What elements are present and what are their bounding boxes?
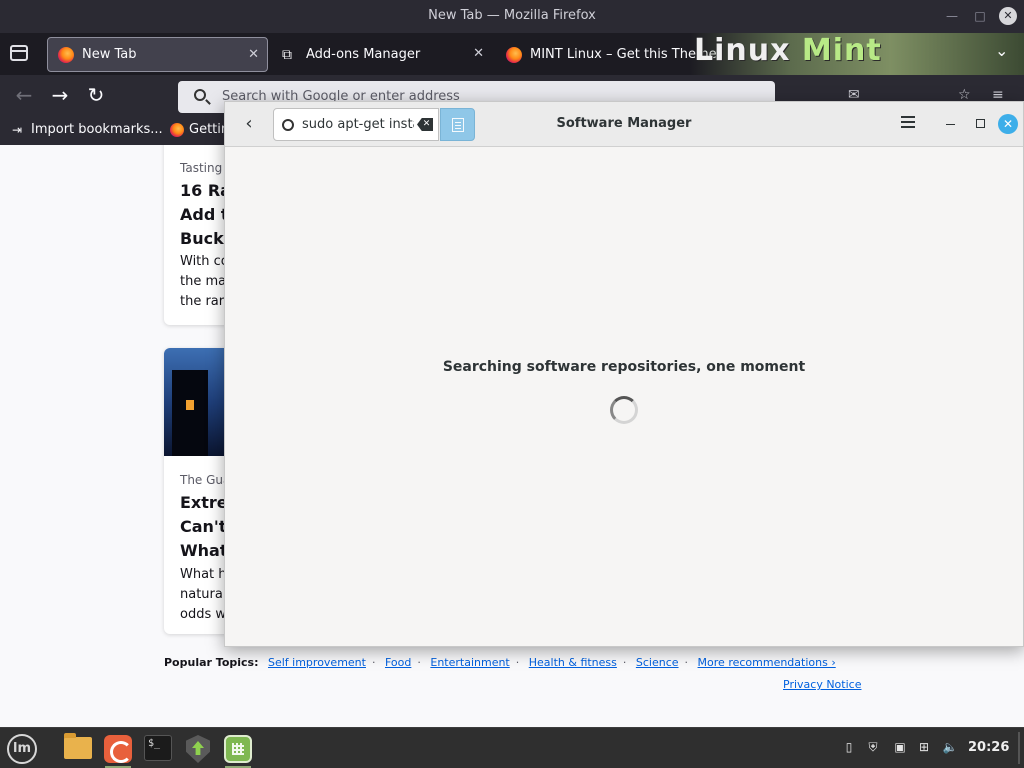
close-tab-icon[interactable]: ✕ bbox=[248, 47, 259, 62]
firefox-icon bbox=[58, 46, 74, 63]
linux-mint-logo: Linux Mint bbox=[694, 33, 882, 68]
popular-topics: Popular Topics: Self improvement · Food · … bbox=[164, 656, 836, 669]
shield-icon[interactable]: ⛨ bbox=[865, 739, 881, 755]
story-excerpt: With co the ma the rar bbox=[180, 254, 229, 309]
import-icon: ⇥ bbox=[12, 122, 23, 137]
back-button[interactable]: ← bbox=[12, 84, 36, 108]
topic-entertainment[interactable]: Entertainment bbox=[430, 656, 509, 669]
tab-label: Add-ons Manager bbox=[306, 47, 421, 62]
popular-topics-label: Popular Topics: bbox=[164, 656, 259, 669]
topic-self-improvement[interactable]: Self improvement bbox=[268, 656, 366, 669]
story-source: The Gua bbox=[180, 473, 231, 487]
bookmark-import[interactable]: ⇥ Import bookmarks... bbox=[12, 122, 163, 137]
firefox-icon bbox=[506, 46, 522, 63]
reload-button[interactable]: ↻ bbox=[84, 84, 108, 108]
minimize-button[interactable] bbox=[946, 124, 955, 125]
files-icon[interactable] bbox=[61, 731, 95, 765]
window-title: New Tab — Mozilla Firefox bbox=[428, 8, 596, 23]
loading-message: Searching software repositories, one mom… bbox=[442, 359, 806, 375]
hamburger-menu-icon[interactable] bbox=[901, 116, 915, 128]
firefox-icon[interactable] bbox=[101, 731, 135, 768]
forward-button[interactable]: → bbox=[48, 84, 72, 108]
theme-banner: Linux Mint bbox=[690, 33, 1024, 75]
close-button[interactable]: ✕ bbox=[999, 7, 1017, 25]
close-button[interactable]: ✕ bbox=[998, 114, 1018, 134]
software-manager-icon[interactable] bbox=[221, 731, 255, 768]
story-excerpt: What h natural odds w bbox=[180, 567, 227, 622]
loading-spinner-icon bbox=[610, 396, 638, 424]
minimize-button[interactable]: — bbox=[944, 8, 960, 24]
tab-new-tab[interactable]: New Tab ✕ bbox=[47, 37, 268, 72]
tab-label: New Tab bbox=[82, 47, 137, 62]
firefox-icon bbox=[170, 122, 184, 137]
tab-strip: New Tab ✕ ⧉ Add-ons Manager ✕ MINT Linux… bbox=[0, 33, 1024, 75]
clock[interactable]: 20:26 bbox=[968, 740, 1009, 755]
network-icon[interactable]: ⊞ bbox=[916, 739, 932, 755]
taskbar: lm $_ ▯ ⛨ ▣ ⊞ 🔈 20:26 bbox=[0, 727, 1024, 768]
maximize-button[interactable]: □ bbox=[972, 8, 988, 24]
tab-addons-manager[interactable]: ⧉ Add-ons Manager ✕ bbox=[272, 37, 492, 72]
tab-list-icon[interactable] bbox=[10, 45, 28, 61]
topic-health-fitness[interactable]: Health & fitness bbox=[529, 656, 617, 669]
volume-icon[interactable]: 🔈 bbox=[942, 739, 958, 755]
more-recommendations-link[interactable]: More recommendations › bbox=[698, 656, 836, 669]
search-icon bbox=[194, 89, 206, 101]
privacy-notice-link[interactable]: Privacy Notice bbox=[783, 678, 861, 691]
story-headline: Extre Can't What bbox=[180, 493, 228, 560]
tab-label: MINT Linux – Get this Theme bbox=[530, 47, 717, 62]
software-manager-window: ‹ sudo apt-get insta ✕ Software Manager … bbox=[224, 101, 1024, 647]
topic-food[interactable]: Food bbox=[385, 656, 411, 669]
show-desktop-button[interactable] bbox=[1018, 732, 1020, 764]
firefox-titlebar: New Tab — Mozilla Firefox — □ ✕ bbox=[0, 0, 1024, 33]
terminal-icon[interactable]: $_ bbox=[141, 731, 175, 765]
close-tab-icon[interactable]: ✕ bbox=[473, 46, 484, 61]
puzzle-icon: ⧉ bbox=[282, 46, 292, 63]
clipboard-icon[interactable]: ▯ bbox=[841, 739, 857, 755]
maximize-button[interactable] bbox=[976, 119, 985, 128]
software-manager-headerbar: ‹ sudo apt-get insta ✕ Software Manager … bbox=[225, 102, 1023, 147]
bookmark-getting-started[interactable]: Gettin bbox=[170, 122, 229, 137]
bookmark-label: Import bookmarks... bbox=[31, 122, 163, 137]
keyboard-layout-icon[interactable]: ▣ bbox=[892, 739, 908, 755]
chevron-down-icon[interactable]: ⌄ bbox=[995, 41, 1008, 60]
topic-science[interactable]: Science bbox=[636, 656, 679, 669]
mint-menu-icon[interactable]: lm bbox=[7, 734, 37, 764]
story-source: Tasting bbox=[180, 161, 223, 175]
update-manager-icon[interactable] bbox=[181, 731, 215, 765]
